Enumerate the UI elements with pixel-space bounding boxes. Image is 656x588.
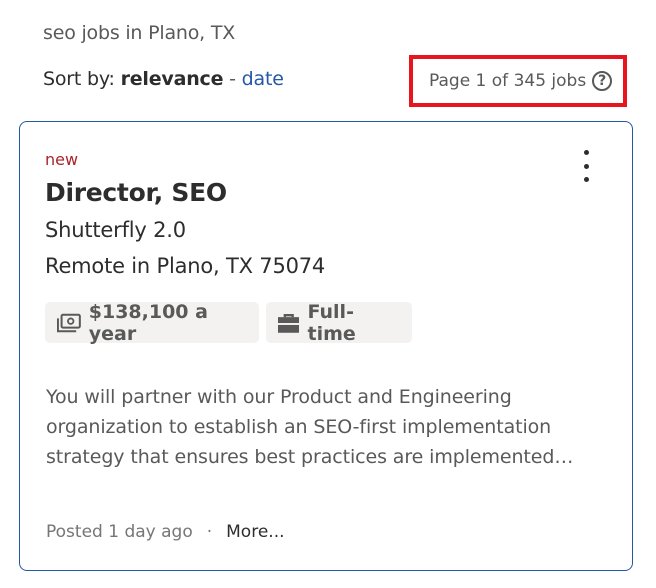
more-vertical-icon[interactable] xyxy=(576,150,596,182)
sort-by-date-link[interactable]: date xyxy=(242,68,284,90)
page-count-highlight: Page 1 of 345 jobs ? xyxy=(409,55,627,107)
sort-prefix: Sort by: xyxy=(43,68,121,90)
salary-text: $138,100 a year xyxy=(88,300,208,345)
company-name: Shutterfly 2.0 xyxy=(45,218,186,242)
menu-dot xyxy=(583,150,589,155)
menu-dot xyxy=(583,177,589,182)
more-link[interactable]: More... xyxy=(226,522,284,542)
help-circle-icon[interactable]: ? xyxy=(592,71,613,91)
sort-options: Sort by: relevance - date xyxy=(43,68,284,90)
search-context-text: seo jobs in Plano, TX xyxy=(43,22,236,44)
job-type-tag: Full-time xyxy=(266,300,412,345)
page-count: Page 1 of 345 jobs ? xyxy=(429,71,613,91)
job-card[interactable]: new Director, SEO Shutterfly 2.0 Remote … xyxy=(19,121,633,571)
new-badge: new xyxy=(45,150,79,169)
job-type-text: Full-time xyxy=(307,300,356,345)
job-location: Remote in Plano, TX 75074 xyxy=(45,254,326,278)
money-icon xyxy=(57,313,81,332)
salary-tag: $138,100 a year xyxy=(45,300,259,345)
job-card-footer: Posted 1 day ago · More... xyxy=(46,522,285,542)
posted-date: Posted 1 day ago xyxy=(46,522,193,542)
job-snippet: You will partner with our Product and En… xyxy=(46,386,574,468)
sort-relevance-active: relevance xyxy=(120,68,224,90)
job-title[interactable]: Director, SEO xyxy=(45,178,227,207)
page-count-text: Page 1 of 345 jobs xyxy=(429,71,587,91)
sort-separator: - xyxy=(223,68,242,90)
footer-separator: · xyxy=(206,522,213,542)
menu-dot xyxy=(583,163,589,169)
briefcase-icon xyxy=(278,313,300,333)
